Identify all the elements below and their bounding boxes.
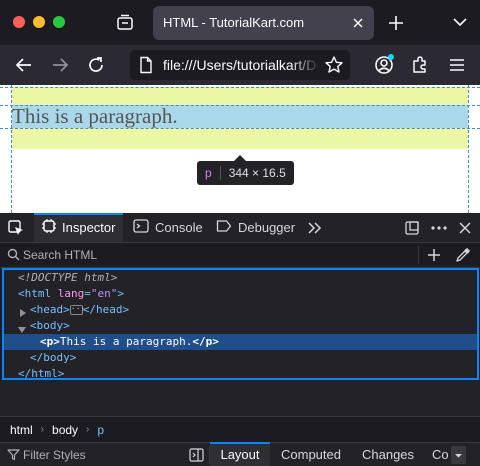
- chevron-right-double-icon[interactable]: [307, 221, 323, 238]
- tabs-overflow-button[interactable]: [451, 446, 466, 464]
- reload-icon[interactable]: [86, 55, 106, 75]
- filter-styles-input[interactable]: Filter Styles: [23, 448, 86, 462]
- navigation-toolbar: file:///Users/tutorialkart/D: [0, 45, 480, 85]
- element-infobar: p 344 × 16.5: [197, 161, 294, 185]
- markup-node-html[interactable]: <html lang="en">: [4, 286, 477, 302]
- tab-changes[interactable]: Changes: [362, 443, 414, 466]
- console-icon: [133, 219, 149, 236]
- lang-attr-name: lang: [57, 287, 85, 300]
- add-node-plus-icon[interactable]: [427, 248, 441, 265]
- body-close-tag: </body>: [30, 351, 77, 364]
- markup-empty-area: [0, 380, 480, 417]
- tab-overview-icon[interactable]: [115, 12, 135, 32]
- tab-console-label: Console: [155, 220, 203, 235]
- tab-title: HTML - TutorialKart.com: [163, 15, 305, 30]
- tab-strip: HTML - TutorialKart.com: [0, 0, 480, 45]
- url-fade: [290, 50, 320, 80]
- account-icon[interactable]: [374, 54, 394, 75]
- lang-attr-value: "en": [90, 287, 118, 300]
- breadcrumb-p[interactable]: p: [97, 423, 104, 437]
- breadcrumb: html › body › p: [0, 417, 480, 442]
- toolbar-divider: [418, 246, 419, 264]
- eyedropper-icon[interactable]: [455, 247, 471, 266]
- tab-active[interactable]: HTML - TutorialKart.com: [153, 6, 374, 40]
- markup-tree: <!DOCTYPE html> <html lang="en"> <head>·…: [2, 268, 479, 380]
- close-window-button[interactable]: [13, 16, 25, 28]
- html-open-tag: <html: [18, 287, 52, 300]
- page-icon: [138, 56, 154, 77]
- p-text: This is a paragraph.: [59, 335, 193, 348]
- devtools-toolbar: Inspector Console Debugger: [0, 213, 480, 243]
- guide-line-right: [468, 85, 469, 213]
- tab-layout[interactable]: Layout: [210, 442, 270, 466]
- tab-inspector-label: Inspector: [62, 220, 116, 235]
- zoom-window-button[interactable]: [53, 16, 65, 28]
- forward-arrow-icon[interactable]: [50, 55, 70, 75]
- extensions-puzzle-icon[interactable]: [410, 55, 430, 75]
- tab-compatibility[interactable]: Co: [432, 443, 449, 466]
- tab-debugger[interactable]: Debugger: [216, 213, 295, 242]
- breadcrumb-body[interactable]: body: [52, 423, 78, 437]
- tab-debugger-label: Debugger: [238, 220, 296, 235]
- toggle-sidebar-icon[interactable]: [189, 448, 204, 465]
- head-open-tag: <head>: [30, 303, 70, 316]
- inspector-icon: [42, 219, 56, 236]
- ellipsis-icon[interactable]: ···: [69, 305, 85, 315]
- bookmark-star-icon[interactable]: [324, 55, 344, 78]
- p-open-tag: <p>: [40, 335, 60, 348]
- markup-node-head[interactable]: <head>···</head>: [4, 302, 477, 318]
- dock-toggle-icon[interactable]: [404, 220, 420, 239]
- tab-inspector[interactable]: Inspector: [34, 213, 123, 242]
- p-close-tag: </p>: [192, 335, 219, 348]
- close-icon[interactable]: [351, 16, 365, 30]
- minimize-window-button[interactable]: [33, 16, 45, 28]
- breadcrumb-html[interactable]: html: [10, 423, 33, 437]
- breadcrumb-separator-icon: ›: [86, 424, 90, 435]
- markup-node-body-close[interactable]: </body>: [4, 350, 477, 366]
- rules-toolbar: Filter Styles Layout Computed Changes Co: [0, 442, 480, 466]
- infobar-dimensions: 344 × 16.5: [228, 166, 286, 180]
- guide-line-top: [0, 87, 480, 88]
- notification-dot: [388, 54, 394, 60]
- chevron-down-icon[interactable]: [452, 16, 468, 28]
- search-html-bar: Search HTML: [0, 243, 480, 268]
- search-icon: [7, 248, 20, 264]
- doctype-text: <!DOCTYPE html>: [18, 271, 118, 284]
- debugger-icon: [216, 219, 232, 236]
- body-open-tag: <body>: [30, 319, 70, 332]
- breadcrumb-separator-icon: ›: [40, 424, 45, 435]
- search-html-input[interactable]: Search HTML: [23, 248, 97, 262]
- infobar-separator: [219, 166, 221, 180]
- tab-computed[interactable]: Computed: [281, 443, 341, 466]
- element-picker-icon[interactable]: [7, 219, 25, 240]
- url-bar[interactable]: file:///Users/tutorialkart/D: [130, 50, 350, 80]
- html-close-tag: </html>: [18, 367, 65, 380]
- plus-icon[interactable]: [387, 14, 405, 32]
- close-devtools-icon[interactable]: [458, 221, 472, 238]
- infobar-tag: p: [205, 166, 212, 180]
- tab-console[interactable]: Console: [133, 213, 203, 242]
- more-options-icon[interactable]: [430, 220, 448, 239]
- head-close-tag: </head>: [82, 303, 130, 316]
- back-arrow-icon[interactable]: [14, 55, 34, 75]
- markup-node-p-selected[interactable]: <p>This is a paragraph.</p>: [4, 334, 477, 350]
- paragraph: This is a paragraph.: [12, 104, 178, 128]
- markup-node-body[interactable]: <body>: [4, 318, 477, 334]
- filter-icon: [7, 448, 20, 464]
- page-viewport: This is a paragraph. p 344 × 16.5: [0, 85, 480, 213]
- markup-node-doctype[interactable]: <!DOCTYPE html>: [4, 270, 477, 286]
- hamburger-menu-icon[interactable]: [447, 55, 467, 75]
